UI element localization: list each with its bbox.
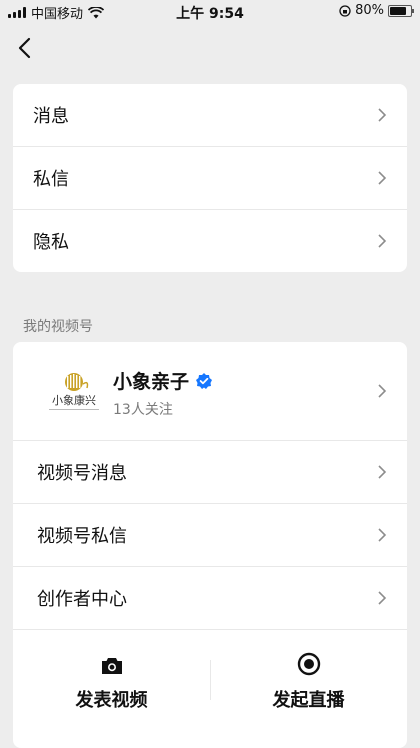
chevron-right-icon — [378, 465, 387, 479]
start-live-button[interactable]: 发起直播 — [210, 630, 407, 748]
channels-card: 小象康兴 小象亲子 13人关注 视频号消息 视频号私信 创作者中心 发表视频 发… — [13, 342, 407, 748]
channel-profile-row[interactable]: 小象康兴 小象亲子 13人关注 — [13, 342, 407, 441]
status-bar: 中国移动 上午 9:54 80% — [0, 0, 420, 24]
follower-count: 13人关注 — [113, 402, 173, 418]
battery-percent: 80% — [355, 3, 384, 18]
channel-logo: 小象康兴 — [49, 373, 99, 410]
chevron-right-icon — [378, 591, 387, 605]
chevron-right-icon — [378, 108, 387, 122]
channel-name-wrap: 小象亲子 — [113, 367, 213, 394]
logo-wordmark: 小象康兴 — [52, 393, 96, 407]
row-creator-center[interactable]: 创作者中心 — [13, 567, 407, 630]
live-record-icon — [297, 652, 320, 676]
verified-badge-icon — [196, 372, 213, 389]
row-label: 创作者中心 — [37, 589, 127, 610]
chevron-right-icon — [378, 171, 387, 185]
nav-bar — [0, 30, 420, 66]
camera-icon — [101, 658, 122, 674]
chevron-right-icon — [378, 528, 387, 542]
settings-card: 消息 私信 隐私 — [13, 84, 407, 272]
row-channel-private-messages[interactable]: 视频号私信 — [13, 504, 407, 567]
chevron-right-icon — [378, 384, 387, 398]
post-video-button[interactable]: 发表视频 — [13, 630, 210, 748]
channel-actions: 发表视频 发起直播 — [13, 630, 407, 748]
row-label: 视频号消息 — [37, 463, 127, 484]
row-label: 消息 — [33, 106, 69, 127]
row-privacy[interactable]: 隐私 — [13, 210, 407, 272]
row-label: 视频号私信 — [37, 526, 127, 547]
channel-name: 小象亲子 — [113, 371, 190, 393]
back-chevron-icon[interactable] — [12, 34, 40, 62]
post-video-label: 发表视频 — [75, 690, 148, 711]
row-channel-messages[interactable]: 视频号消息 — [13, 441, 407, 504]
row-messages[interactable]: 消息 — [13, 84, 407, 147]
start-live-label: 发起直播 — [272, 690, 345, 711]
section-title-my-channels: 我的视频号 — [23, 319, 93, 335]
row-label: 隐私 — [33, 232, 69, 253]
row-private-messages[interactable]: 私信 — [13, 147, 407, 210]
status-right: 80% — [339, 3, 414, 18]
chevron-right-icon — [378, 234, 387, 248]
orientation-lock-icon — [339, 4, 351, 17]
battery-icon — [388, 4, 414, 17]
row-label: 私信 — [33, 169, 69, 190]
